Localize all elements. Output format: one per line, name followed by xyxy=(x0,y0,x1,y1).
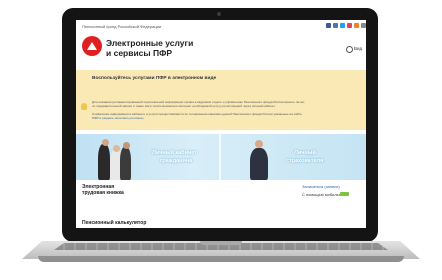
lightbulb-icon xyxy=(81,103,87,110)
social-icon-5[interactable] xyxy=(354,23,359,28)
laptop-notch xyxy=(200,241,242,245)
section-title: Электронная трудовая книжка xyxy=(82,184,124,196)
bottom-section-title: Пенсионный калькулятор xyxy=(82,220,147,226)
social-icon-4[interactable] xyxy=(347,23,352,28)
social-icon-3[interactable] xyxy=(340,23,345,28)
social-icon-6[interactable] xyxy=(361,23,366,28)
banner-text-4[interactable]: ПФР в разделе «Контакты региона». xyxy=(92,116,360,120)
org-name: Пенсионный фонд Российской Федерации xyxy=(82,24,162,29)
social-icon-1[interactable] xyxy=(326,23,331,28)
citizen-cabinet-label-2[interactable]: гражданина xyxy=(160,158,192,164)
insurer-cabinet-label-2[interactable]: страхователя xyxy=(286,158,323,164)
banner-text-2: по предварительной записи и также могут … xyxy=(92,104,276,108)
face-left-3 xyxy=(123,142,130,149)
person-left-1 xyxy=(98,144,110,180)
eye-icon[interactable] xyxy=(346,46,353,53)
laptop-base-lip xyxy=(38,256,404,262)
social-icon-2[interactable] xyxy=(333,23,338,28)
screen: Пенсионный фонд Российской Федерации Эле… xyxy=(76,20,366,228)
insurer-cabinet-label-1[interactable]: Личный xyxy=(294,150,316,156)
person-left-3 xyxy=(120,147,131,180)
register-link[interactable]: Записаться (записи) xyxy=(302,184,340,189)
face-right xyxy=(255,140,263,148)
version-toggle[interactable]: Вид xyxy=(354,46,362,51)
webcam xyxy=(217,12,221,16)
page-title-line2: и сервисы ПФР xyxy=(106,48,173,58)
page-title-line1: Электронные услуги xyxy=(106,38,194,48)
logo-emblem-icon xyxy=(87,42,97,50)
citizen-cabinet-label-1[interactable]: Личный кабинет xyxy=(152,150,197,156)
banner-title: Воспользуйтесь услугами ПФР в электронно… xyxy=(92,76,217,81)
section-title-line2: трудовая книжка xyxy=(82,190,124,196)
face-left-1 xyxy=(102,139,109,146)
pfr-logo[interactable] xyxy=(82,36,102,56)
face-left-2 xyxy=(113,145,120,152)
social-links xyxy=(326,23,366,28)
person-right xyxy=(250,148,268,180)
hero-divider xyxy=(219,134,221,180)
status-badge xyxy=(340,192,349,196)
